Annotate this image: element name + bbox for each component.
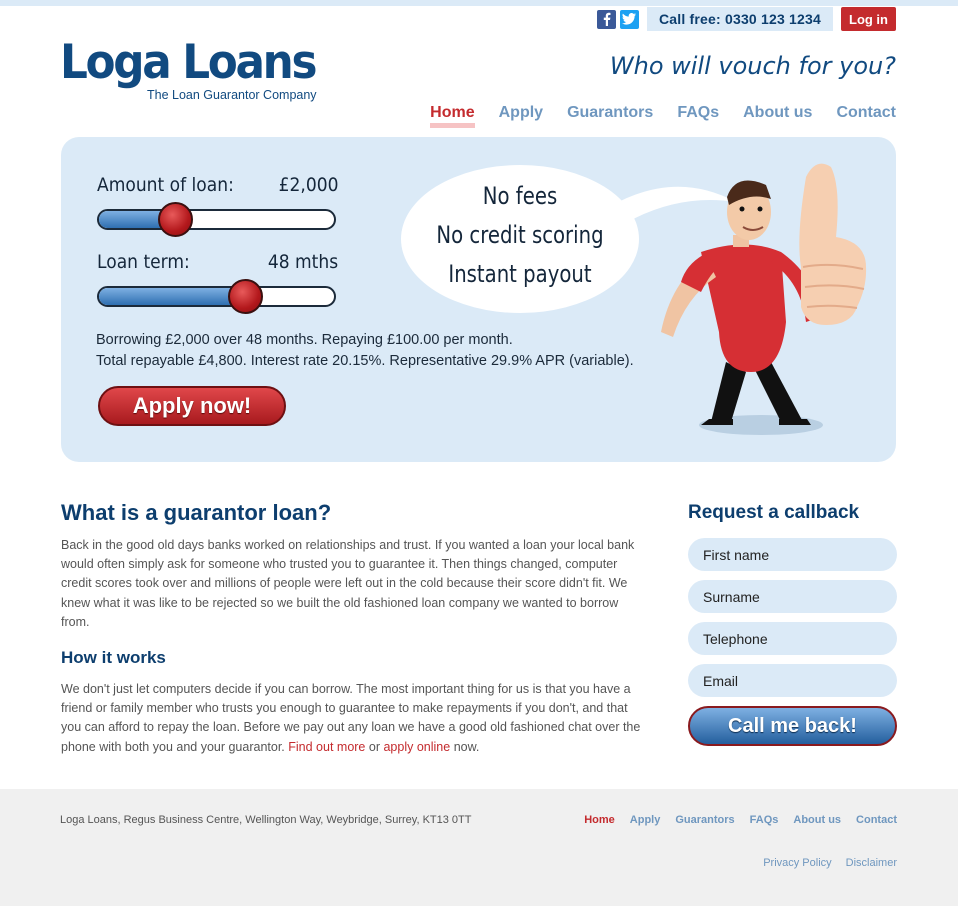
surname-input[interactable] (688, 580, 897, 613)
email-input[interactable] (688, 664, 897, 697)
twitter-icon[interactable] (619, 9, 639, 29)
nav-faqs[interactable]: FAQs (677, 104, 719, 128)
call-me-back-button[interactable]: Call me back! (688, 706, 897, 746)
nav-guarantors[interactable]: Guarantors (567, 104, 653, 128)
footer-legal: Privacy Policy Disclaimer (763, 857, 897, 869)
find-out-more-link[interactable]: Find out more (288, 740, 365, 754)
nav-home[interactable]: Home (430, 104, 476, 128)
how-it-works-paragraph: We don't just let computers decide if yo… (61, 680, 646, 757)
summary-line-1: Borrowing £2,000 over 48 months. Repayin… (96, 332, 513, 348)
amount-label: Amount of loan: (97, 174, 234, 196)
about-content: What is a guarantor loan? Back in the go… (61, 500, 646, 757)
guarantor-loan-heading: What is a guarantor loan? (61, 500, 332, 525)
footer-nav: Home Apply Guarantors FAQs About us Cont… (584, 814, 897, 826)
summary-line-2: Total repayable £4,800. Interest rate 20… (96, 353, 634, 369)
social-links (596, 9, 639, 29)
facebook-icon[interactable] (596, 9, 616, 29)
how-it-works-heading: How it works (61, 648, 166, 668)
logo-name: Loga Loans (60, 35, 317, 90)
footer-address: Loga Loans, Regus Business Centre, Welli… (60, 814, 472, 826)
main-nav: Home Apply Guarantors FAQs About us Cont… (430, 104, 896, 128)
nav-contact[interactable]: Contact (836, 104, 896, 128)
first-name-input[interactable] (688, 538, 897, 571)
nav-apply[interactable]: Apply (499, 104, 543, 128)
bubble-line-no-fees: No fees (482, 182, 558, 210)
loan-summary: Borrowing £2,000 over 48 months. Repayin… (96, 330, 634, 372)
footer-nav-home[interactable]: Home (584, 814, 615, 826)
top-bar: Call free: 0330 123 1234 Log in (596, 7, 896, 31)
now-text: now. (453, 739, 480, 754)
top-accent-bar (0, 0, 958, 6)
login-button[interactable]: Log in (841, 7, 896, 31)
footer-nav-about-us[interactable]: About us (793, 814, 841, 826)
footer-nav-contact[interactable]: Contact (856, 814, 897, 826)
disclaimer-link[interactable]: Disclaimer (846, 857, 897, 869)
bubble-line-no-credit: No credit scoring (436, 221, 604, 249)
apply-now-button[interactable]: Apply now! (98, 386, 286, 426)
slogan: Who will vouch for you? (609, 52, 896, 80)
or-text: or (368, 739, 380, 754)
callback-heading: Request a callback (688, 502, 860, 523)
loan-calculator-hero: Amount of loan: £2,000 Loan term: 48 mth… (61, 137, 896, 462)
guarantor-loan-paragraph: Back in the good old days banks worked o… (61, 538, 635, 629)
footer-nav-apply[interactable]: Apply (630, 814, 661, 826)
apply-online-link[interactable]: apply online (383, 740, 450, 754)
term-slider[interactable] (97, 286, 336, 307)
speech-bubble-text: No fees No credit scoring Instant payout (422, 177, 617, 294)
amount-value: £2,000 (278, 174, 338, 196)
footer-nav-faqs[interactable]: FAQs (750, 814, 779, 826)
term-value: 48 mths (267, 251, 338, 273)
footer-nav-guarantors[interactable]: Guarantors (675, 814, 734, 826)
term-slider-fill (99, 288, 248, 305)
thumbs-up-mascot (661, 163, 867, 435)
logo[interactable]: Loga Loans The Loan Guarantor Company (60, 35, 334, 103)
logo-tagline: The Loan Guarantor Company (147, 88, 317, 102)
term-slider-handle[interactable] (227, 279, 263, 314)
callback-form: Request a callback Call me back! (688, 502, 897, 746)
phone-number: Call free: 0330 123 1234 (646, 7, 833, 31)
telephone-input[interactable] (688, 622, 897, 655)
amount-slider[interactable] (97, 209, 336, 230)
privacy-policy-link[interactable]: Privacy Policy (763, 857, 831, 869)
amount-slider-handle[interactable] (158, 202, 194, 237)
nav-about-us[interactable]: About us (743, 104, 812, 128)
bubble-line-instant: Instant payout (448, 260, 592, 288)
footer: Loga Loans, Regus Business Centre, Welli… (0, 789, 958, 906)
term-label: Loan term: (97, 251, 190, 273)
